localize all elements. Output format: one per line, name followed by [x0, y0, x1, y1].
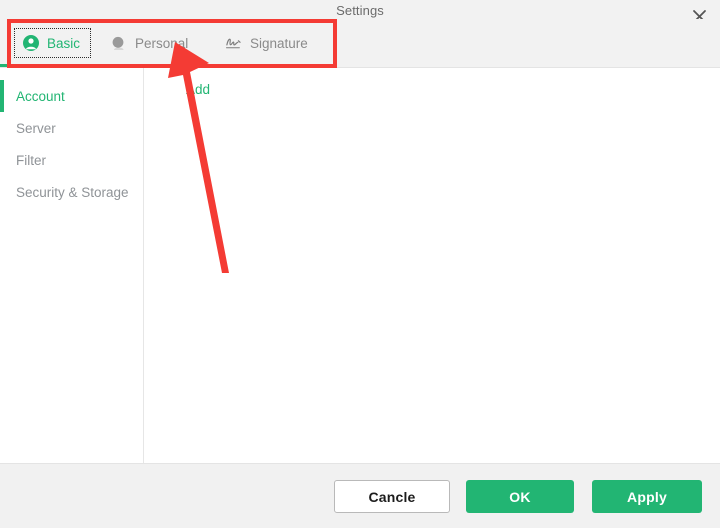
tab-signature[interactable]: Signature [225, 19, 308, 67]
settings-sidebar: Account Server Filter Security & Storage [0, 68, 144, 463]
sidebar-item-label: Filter [16, 152, 46, 168]
sidebar-item-label: Security & Storage [16, 184, 129, 200]
cancel-button[interactable]: Cancle [334, 480, 450, 513]
tab-personal-label: Personal [135, 35, 189, 51]
title-bar: Settings [0, 0, 720, 19]
tab-basic[interactable]: Basic [14, 28, 92, 58]
window-title: Settings [336, 3, 384, 18]
tab-signature-label: Signature [250, 35, 308, 51]
person-silhouette-icon [110, 35, 127, 52]
sidebar-item-server[interactable]: Server [0, 112, 143, 144]
sidebar-item-label: Server [16, 120, 56, 136]
ok-button[interactable]: OK [466, 480, 574, 513]
apply-button[interactable]: Apply [592, 480, 702, 513]
dialog-footer: Cancle OK Apply [0, 463, 720, 528]
tab-bar: Basic Personal Signature [0, 19, 720, 68]
person-filled-circle-icon [22, 35, 39, 52]
add-account-link[interactable]: Add [186, 82, 210, 97]
tab-basic-label: Basic [47, 35, 81, 51]
sidebar-item-security[interactable]: Security & Storage [0, 176, 143, 208]
sidebar-item-filter[interactable]: Filter [0, 144, 143, 176]
active-tab-indicator [0, 64, 97, 67]
signature-pen-icon [225, 35, 242, 52]
sidebar-item-account[interactable]: Account [0, 80, 143, 112]
sidebar-item-label: Account [16, 88, 65, 104]
settings-dialog: Settings Basic Personal Signature Accoun… [0, 0, 720, 528]
account-content-panel: Add [145, 68, 720, 463]
tab-personal[interactable]: Personal [110, 19, 188, 67]
